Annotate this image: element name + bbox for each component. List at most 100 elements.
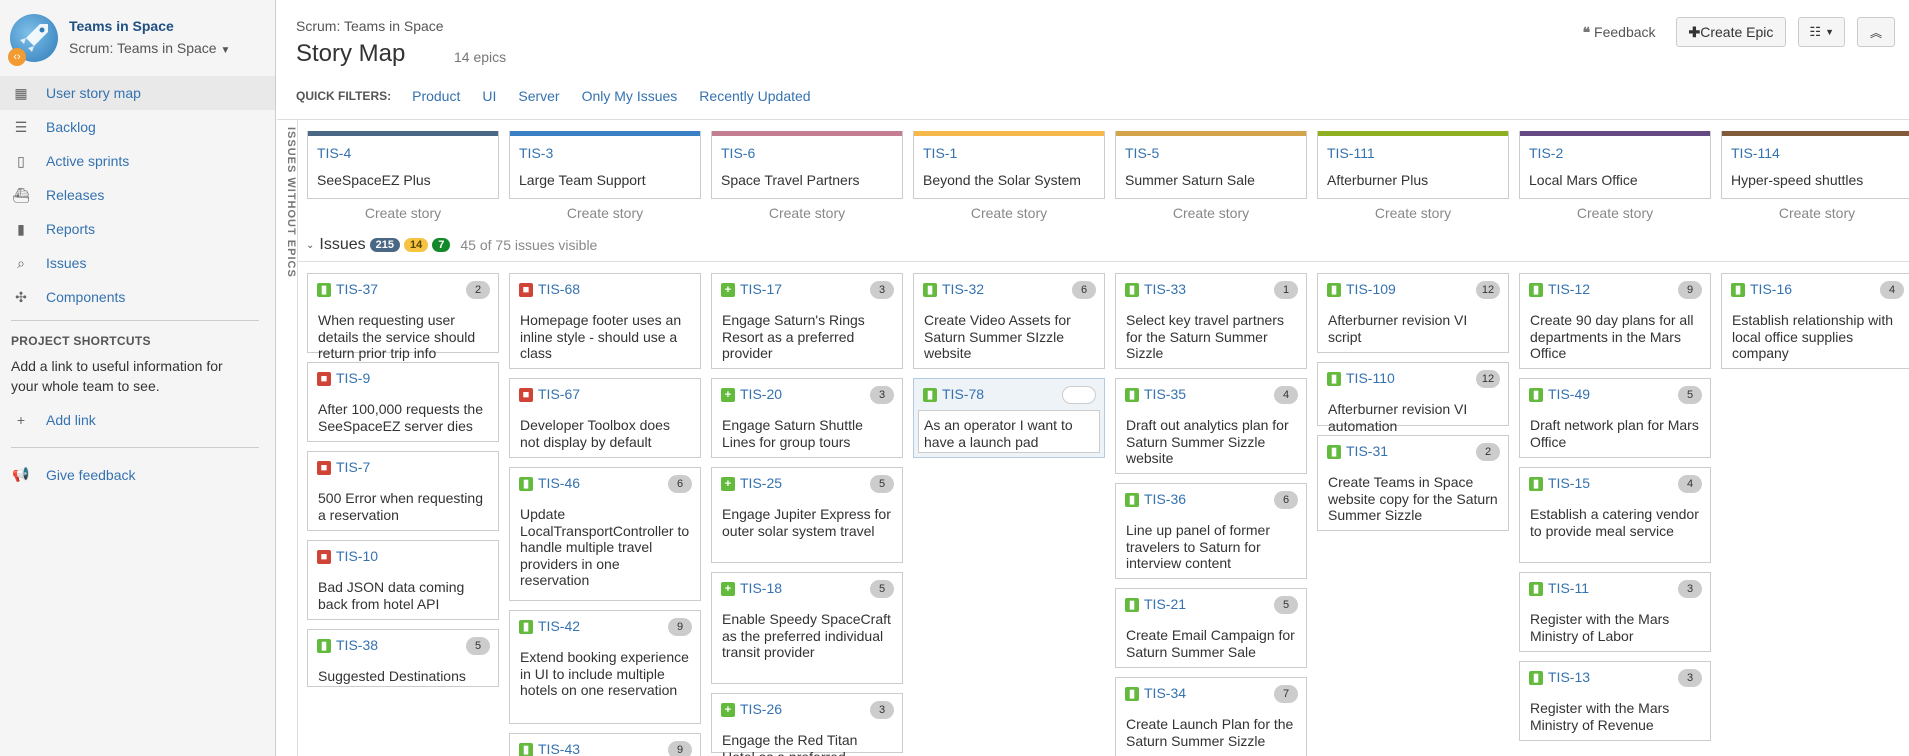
issue-key[interactable]: TIS-26 (740, 701, 782, 717)
issue-key[interactable]: TIS-18 (740, 580, 782, 596)
issue-key[interactable]: TIS-78 (942, 386, 984, 402)
issue-key[interactable]: TIS-43 (538, 741, 580, 756)
epic-key[interactable]: TIS-2 (1529, 145, 1563, 161)
breadcrumb[interactable]: Scrum: Teams in Space (296, 18, 444, 34)
issue-key[interactable]: TIS-67 (538, 386, 580, 402)
epic-key[interactable]: TIS-4 (317, 145, 351, 161)
issue-card[interactable]: ▮ TIS-21 5 Create Email Campaign for Sat… (1115, 588, 1307, 668)
issue-key[interactable]: TIS-12 (1548, 281, 1590, 297)
issue-key[interactable]: TIS-7 (336, 459, 370, 475)
epic-card[interactable]: TIS-3 Large Team Support (509, 131, 701, 199)
issue-key[interactable]: TIS-33 (1144, 281, 1186, 297)
issue-card[interactable]: ■ TIS-7 500 Error when requesting a rese… (307, 451, 499, 531)
issue-key[interactable]: TIS-17 (740, 281, 782, 297)
epic-card[interactable]: TIS-2 Local Mars Office (1519, 131, 1711, 199)
create-story-button[interactable]: Create story (1115, 205, 1307, 221)
create-story-button[interactable]: Create story (307, 205, 499, 221)
issue-card[interactable]: ■ TIS-67 Developer Toolbox does not disp… (509, 378, 701, 458)
quick-filter-recently-updated[interactable]: Recently Updated (699, 88, 810, 104)
epic-card[interactable]: TIS-114 Hyper-speed shuttles (1721, 131, 1909, 199)
issue-card[interactable]: ▮ TIS-15 4 Establish a catering vendor t… (1519, 467, 1711, 563)
create-story-button[interactable]: Create story (1721, 205, 1909, 221)
board-switcher[interactable]: Scrum: Teams in Space ▼ (69, 40, 230, 56)
quick-filter-product[interactable]: Product (412, 88, 460, 104)
issue-card[interactable]: ■ TIS-10 Bad JSON data coming back from … (307, 540, 499, 620)
issue-card[interactable]: ▮ TIS-38 5 Suggested Destinations (307, 629, 499, 687)
issue-key[interactable]: TIS-20 (740, 386, 782, 402)
issue-card[interactable]: + TIS-18 5 Enable Speedy SpaceCraft as t… (711, 572, 903, 684)
sidebar-item-backlog[interactable]: ☰ Backlog (0, 110, 275, 144)
epic-card[interactable]: TIS-111 Afterburner Plus (1317, 131, 1509, 199)
add-link-button[interactable]: + Add link (12, 412, 96, 428)
issue-card[interactable]: ▮ TIS-35 4 Draft out analytics plan for … (1115, 378, 1307, 474)
epic-key[interactable]: TIS-114 (1731, 145, 1780, 161)
issue-key[interactable]: TIS-109 (1346, 281, 1396, 297)
create-story-button[interactable]: Create story (509, 205, 701, 221)
issue-card[interactable]: ▮ TIS-36 6 Line up panel of former trave… (1115, 483, 1307, 579)
project-name[interactable]: Teams in Space (69, 18, 174, 34)
epic-key[interactable]: TIS-3 (519, 145, 553, 161)
issue-card[interactable]: ▮ TIS-32 6 Create Video Assets for Satur… (913, 273, 1105, 369)
issue-key[interactable]: TIS-42 (538, 618, 580, 634)
create-story-button[interactable]: Create story (1519, 205, 1711, 221)
issue-card[interactable]: ▮ TIS-78 As an operator I want to have a… (913, 378, 1105, 458)
create-story-button[interactable]: Create story (913, 205, 1105, 221)
epic-key[interactable]: TIS-111 (1327, 145, 1375, 161)
issue-card[interactable]: ■ TIS-9 After 100,000 requests the SeeSp… (307, 362, 499, 442)
sidebar-item-components[interactable]: ✣ Components (0, 280, 275, 314)
issue-key[interactable]: TIS-68 (538, 281, 580, 297)
issue-key[interactable]: TIS-38 (336, 637, 378, 653)
epic-card[interactable]: TIS-1 Beyond the Solar System (913, 131, 1105, 199)
create-epic-button[interactable]: ✚ Create Epic (1675, 17, 1787, 47)
issue-card[interactable]: ▮ TIS-49 5 Draft network plan for Mars O… (1519, 378, 1711, 458)
epic-card[interactable]: TIS-5 Summer Saturn Sale (1115, 131, 1307, 199)
sidebar-item-releases[interactable]: ⛴ Releases (0, 178, 275, 212)
issue-key[interactable]: TIS-36 (1144, 491, 1186, 507)
epic-key[interactable]: TIS-1 (923, 145, 957, 161)
issue-key[interactable]: TIS-9 (336, 370, 370, 386)
issue-key[interactable]: TIS-11 (1548, 580, 1589, 596)
collapse-chevron-icon[interactable]: ⌄ (306, 240, 314, 251)
issue-key[interactable]: TIS-37 (336, 281, 378, 297)
issue-card[interactable]: + TIS-26 3 Engage the Red Titan Hotel as… (711, 693, 903, 756)
sidebar-item-user-story-map[interactable]: ▦ User story map (0, 76, 275, 110)
issue-card[interactable]: ▮ TIS-43 9 (509, 733, 701, 756)
issue-card[interactable]: ▮ TIS-31 2 Create Teams in Space website… (1317, 435, 1509, 531)
issue-key[interactable]: TIS-46 (538, 475, 580, 491)
quick-filter-only-my-issues[interactable]: Only My Issues (582, 88, 678, 104)
issue-card[interactable]: + TIS-25 5 Engage Jupiter Express for ou… (711, 467, 903, 563)
issue-card[interactable]: ▮ TIS-12 9 Create 90 day plans for all d… (1519, 273, 1711, 369)
sidebar-item-issues[interactable]: ⌕ Issues (0, 246, 275, 280)
sidebar-item-active-sprints[interactable]: ▯ Active sprints (0, 144, 275, 178)
issue-key[interactable]: TIS-10 (336, 548, 378, 564)
view-options-button[interactable]: ☷ ▼ (1798, 17, 1845, 47)
issue-card[interactable]: ▮ TIS-46 6 Update LocalTransportControll… (509, 467, 701, 601)
issue-key[interactable]: TIS-15 (1548, 475, 1590, 491)
story-points-input[interactable] (1062, 386, 1096, 404)
issue-card[interactable]: ▮ TIS-109 12 Afterburner revision VI scr… (1317, 273, 1509, 353)
sidebar-item-reports[interactable]: ▮ Reports (0, 212, 275, 246)
issue-key[interactable]: TIS-31 (1346, 443, 1388, 459)
issue-card[interactable]: ▮ TIS-34 7 Create Launch Plan for the Sa… (1115, 677, 1307, 756)
epic-card[interactable]: TIS-4 SeeSpaceEZ Plus (307, 131, 499, 199)
issue-card[interactable]: ▮ TIS-11 3 Register with the Mars Minist… (1519, 572, 1711, 652)
issue-card[interactable]: ■ TIS-68 Homepage footer uses an inline … (509, 273, 701, 369)
issue-key[interactable]: TIS-34 (1144, 685, 1186, 701)
create-story-button[interactable]: Create story (1317, 205, 1509, 221)
issue-key[interactable]: TIS-110 (1346, 370, 1395, 386)
issue-card[interactable]: + TIS-17 3 Engage Saturn's Rings Resort … (711, 273, 903, 369)
issue-key[interactable]: TIS-35 (1144, 386, 1186, 402)
issue-card[interactable]: ▮ TIS-110 12 Afterburner revision VI aut… (1317, 362, 1509, 434)
issue-key[interactable]: TIS-25 (740, 475, 782, 491)
feedback-button[interactable]: ❝ Feedback (1575, 24, 1664, 41)
epic-key[interactable]: TIS-5 (1125, 145, 1159, 161)
epic-key[interactable]: TIS-6 (721, 145, 755, 161)
collapse-header-button[interactable]: ︽ (1856, 17, 1895, 47)
create-story-button[interactable]: Create story (711, 205, 903, 221)
issue-card[interactable]: ▮ TIS-33 1 Select key travel partners fo… (1115, 273, 1307, 369)
issue-card[interactable]: + TIS-20 3 Engage Saturn Shuttle Lines f… (711, 378, 903, 458)
issue-card[interactable]: ▮ TIS-42 9 Extend booking experience in … (509, 610, 701, 724)
issue-key[interactable]: TIS-21 (1144, 596, 1186, 612)
issue-key[interactable]: TIS-32 (942, 281, 984, 297)
issue-key[interactable]: TIS-49 (1548, 386, 1590, 402)
